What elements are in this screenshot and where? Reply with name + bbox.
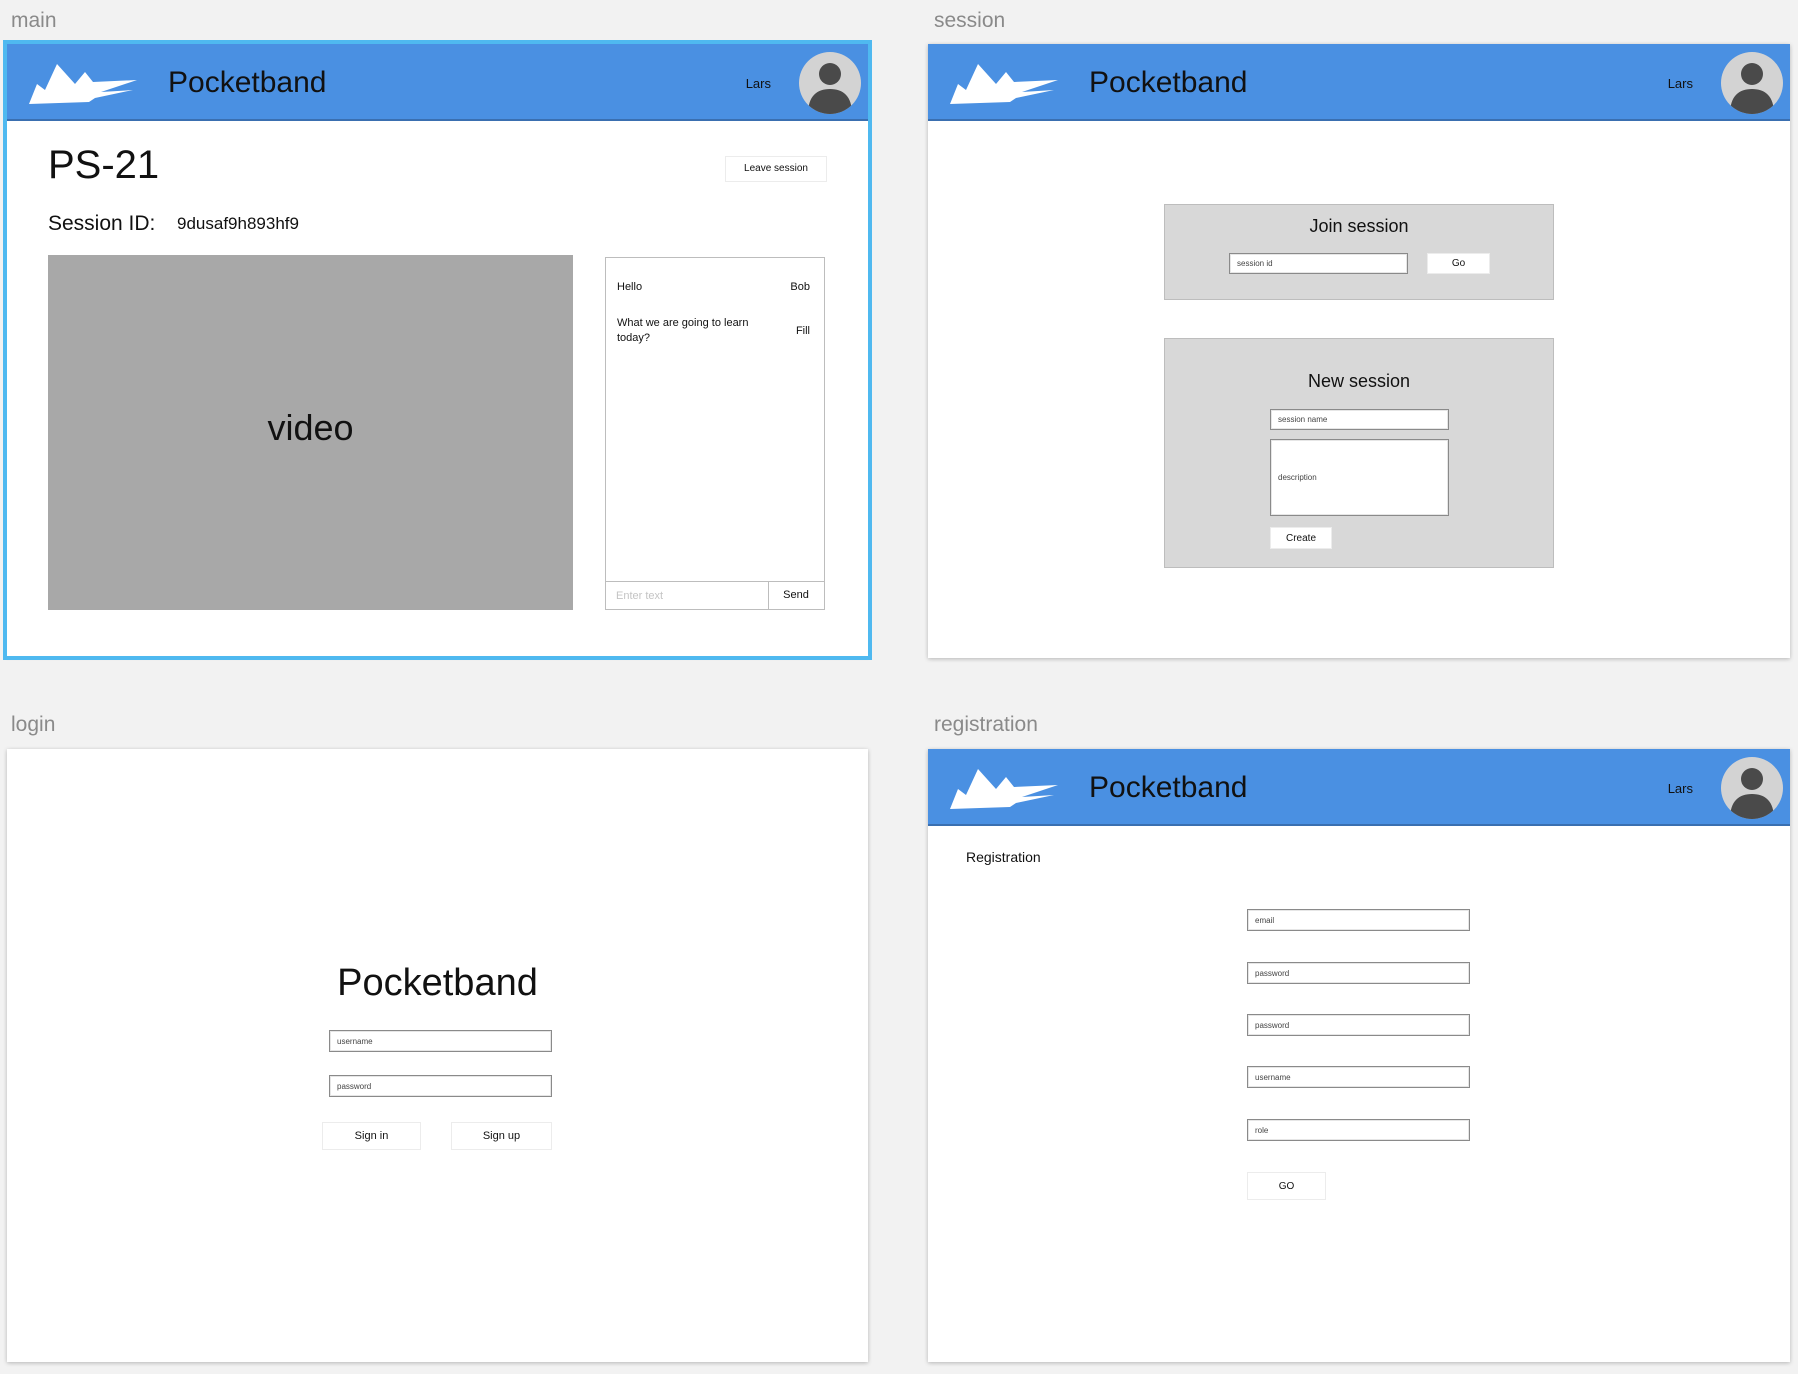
password-field[interactable]: password (1247, 962, 1470, 984)
page-title: PS-21 (48, 143, 160, 187)
logo-icon (29, 64, 137, 104)
chat-panel: Hello Bob What we are going to learn tod… (605, 257, 825, 610)
artboard-login[interactable]: Pocketband username password Sign in Sig… (7, 749, 868, 1362)
artboard-session[interactable]: Pocketband Lars Join session session id … (928, 44, 1790, 658)
description-input[interactable]: description (1270, 439, 1449, 516)
user-name[interactable]: Lars (1668, 76, 1693, 91)
avatar-icon[interactable] (799, 52, 861, 114)
create-button[interactable]: Create (1270, 527, 1332, 549)
sign-up-button[interactable]: Sign up (451, 1122, 552, 1150)
leave-session-button[interactable]: Leave session (725, 156, 827, 182)
app-title: Pocketband (1089, 66, 1248, 99)
username-field[interactable]: username (1247, 1066, 1470, 1088)
chat-input[interactable]: Enter text (606, 581, 769, 609)
artboard-label-registration: registration (934, 713, 1038, 736)
username-field[interactable]: username (329, 1030, 552, 1052)
session-id-input[interactable]: session id (1229, 253, 1408, 274)
go-button[interactable]: Go (1427, 253, 1490, 274)
email-field[interactable]: email (1247, 909, 1470, 931)
avatar-icon[interactable] (1721, 757, 1783, 819)
app-header: Pocketband Lars (7, 44, 868, 121)
new-session-panel: New session session name description Cre… (1164, 338, 1554, 568)
role-field[interactable]: role (1247, 1119, 1470, 1141)
login-title: Pocketband (337, 962, 538, 1004)
session-id-label: Session ID: (48, 212, 156, 235)
join-session-panel: Join session session id Go (1164, 204, 1554, 300)
app-title: Pocketband (1089, 771, 1248, 804)
video-label: video (267, 407, 354, 448)
password-field[interactable]: password (329, 1075, 552, 1097)
join-session-title: Join session (1309, 216, 1409, 236)
user-name[interactable]: Lars (746, 76, 771, 91)
send-button[interactable]: Send (768, 581, 824, 609)
registration-heading: Registration (966, 849, 1041, 865)
app-title: Pocketband (168, 66, 327, 99)
chat-message-author: Bob (790, 281, 810, 293)
chat-message-text: Hello (617, 281, 643, 293)
confirm-password-field[interactable]: password (1247, 1014, 1470, 1036)
avatar-icon[interactable] (1721, 52, 1783, 114)
artboard-main[interactable]: Pocketband Lars PS-21 Leave session Sess… (3, 40, 872, 660)
artboard-label-main: main (11, 9, 57, 32)
chat-message-text: What we are going to learn today? (617, 317, 749, 344)
logo-icon (950, 769, 1058, 809)
app-header: Pocketband Lars (928, 749, 1790, 826)
app-header: Pocketband Lars (928, 44, 1790, 121)
session-name-input[interactable]: session name (1270, 409, 1449, 430)
go-button[interactable]: GO (1247, 1172, 1326, 1200)
video-player[interactable]: video (48, 255, 573, 610)
chat-message-author: Fill (795, 325, 810, 337)
user-name[interactable]: Lars (1668, 781, 1693, 796)
artboard-registration[interactable]: Pocketband Lars Registration email passw… (928, 749, 1790, 1362)
artboard-label-login: login (11, 713, 56, 736)
session-id-value: 9dusaf9h893hf9 (177, 214, 299, 233)
logo-icon (950, 64, 1058, 104)
artboard-label-session: session (934, 9, 1006, 32)
new-session-title: New session (1307, 371, 1411, 391)
sign-in-button[interactable]: Sign in (322, 1122, 421, 1150)
